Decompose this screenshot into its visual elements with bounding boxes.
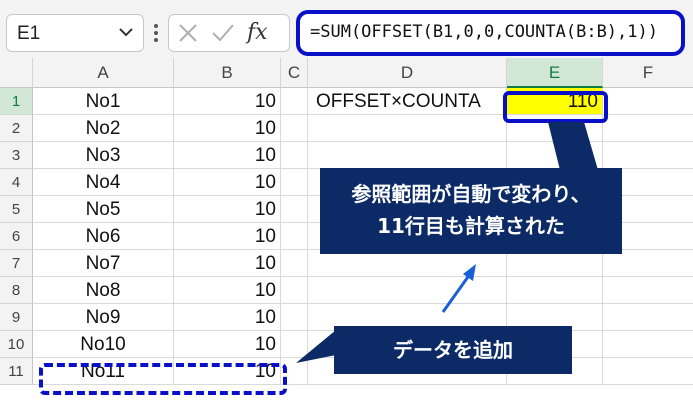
enter-check-icon[interactable]	[211, 22, 235, 44]
cell-b[interactable]: 10	[174, 88, 281, 115]
cell-a[interactable]: No7	[33, 250, 174, 277]
cell-c[interactable]	[281, 277, 308, 304]
column-header-a[interactable]: A	[33, 58, 174, 88]
row-header[interactable]: 2	[0, 115, 33, 142]
cell-a[interactable]: No10	[33, 331, 174, 358]
name-box-value: E1	[17, 23, 41, 44]
cell-c[interactable]	[281, 304, 308, 331]
cell-b[interactable]: 10	[174, 115, 281, 142]
cell-d[interactable]: OFFSET×COUNTA	[308, 88, 507, 115]
column-header-f[interactable]: F	[603, 58, 693, 88]
callout-auto-range-line1: 参照範囲が自動で変わり、	[351, 182, 591, 206]
cell-c[interactable]	[281, 250, 308, 277]
cell-b[interactable]: 10	[174, 169, 281, 196]
cell-a[interactable]: No1	[33, 88, 174, 115]
formula-input[interactable]: =SUM(OFFSET(B1,0,0,COUNTA(B:B),1))	[296, 10, 685, 56]
row-header[interactable]: 1	[0, 88, 33, 115]
column-header-d[interactable]: D	[308, 58, 507, 88]
cancel-icon[interactable]	[177, 22, 199, 44]
cell-a[interactable]: No4	[33, 169, 174, 196]
cell-d[interactable]	[308, 277, 507, 304]
cell-a[interactable]: No9	[33, 304, 174, 331]
cell-c[interactable]	[281, 88, 308, 115]
name-box[interactable]: E1	[6, 14, 144, 52]
cell-c[interactable]	[281, 196, 308, 223]
cell-f[interactable]	[603, 142, 693, 169]
cell-f[interactable]	[603, 115, 693, 142]
cell-a[interactable]: No8	[33, 277, 174, 304]
row-header[interactable]: 7	[0, 250, 33, 277]
chevron-down-icon[interactable]	[117, 21, 135, 43]
cell-c[interactable]	[281, 331, 308, 358]
cell-b[interactable]: 10	[174, 331, 281, 358]
cell-e[interactable]	[507, 250, 603, 277]
row-header[interactable]: 4	[0, 169, 33, 196]
cell-a[interactable]: No5	[33, 196, 174, 223]
cell-a[interactable]: No6	[33, 223, 174, 250]
more-options-icon[interactable]	[152, 18, 160, 48]
cell-d[interactable]	[308, 115, 507, 142]
cell-f[interactable]	[603, 358, 693, 385]
column-header-b[interactable]: B	[174, 58, 281, 88]
fx-icon[interactable]: fx	[247, 20, 268, 45]
select-all-corner[interactable]	[0, 58, 33, 88]
cell-b[interactable]: 10	[174, 223, 281, 250]
callout-auto-range-line2: 11行目も計算された	[377, 214, 565, 238]
row-header[interactable]: 5	[0, 196, 33, 223]
callout-auto-range: 参照範囲が自動で変わり、 11行目も計算された	[320, 168, 622, 254]
cell-c[interactable]	[281, 115, 308, 142]
cell-f[interactable]	[603, 250, 693, 277]
cell-f[interactable]	[603, 304, 693, 331]
callout-add-data: データを追加	[334, 326, 572, 374]
result-highlight	[503, 91, 608, 123]
row-header[interactable]: 8	[0, 277, 33, 304]
cell-f[interactable]	[603, 331, 693, 358]
cell-b[interactable]: 10	[174, 196, 281, 223]
cell-d[interactable]	[308, 250, 507, 277]
column-header-e[interactable]: E	[507, 58, 603, 88]
cell-a[interactable]: No2	[33, 115, 174, 142]
cell-f[interactable]	[603, 277, 693, 304]
row-header[interactable]: 3	[0, 142, 33, 169]
cell-c[interactable]	[281, 169, 308, 196]
formula-buttons: fx	[168, 14, 290, 52]
row-header[interactable]: 6	[0, 223, 33, 250]
cell-e[interactable]	[507, 277, 603, 304]
cell-a[interactable]: No3	[33, 142, 174, 169]
cell-b[interactable]: 10	[174, 250, 281, 277]
cell-b[interactable]: 10	[174, 277, 281, 304]
formula-text: =SUM(OFFSET(B1,0,0,COUNTA(B:B),1))	[310, 22, 658, 42]
added-row-highlight	[39, 363, 287, 395]
cell-d[interactable]	[308, 142, 507, 169]
column-header-c[interactable]: C	[281, 58, 308, 88]
row-header[interactable]: 10	[0, 331, 33, 358]
cell-c[interactable]	[281, 223, 308, 250]
cell-b[interactable]: 10	[174, 304, 281, 331]
cell-e[interactable]	[507, 142, 603, 169]
cell-b[interactable]: 10	[174, 142, 281, 169]
row-header[interactable]: 9	[0, 304, 33, 331]
row-header[interactable]: 11	[0, 358, 33, 385]
cell-f[interactable]	[603, 88, 693, 115]
cell-c[interactable]	[281, 142, 308, 169]
